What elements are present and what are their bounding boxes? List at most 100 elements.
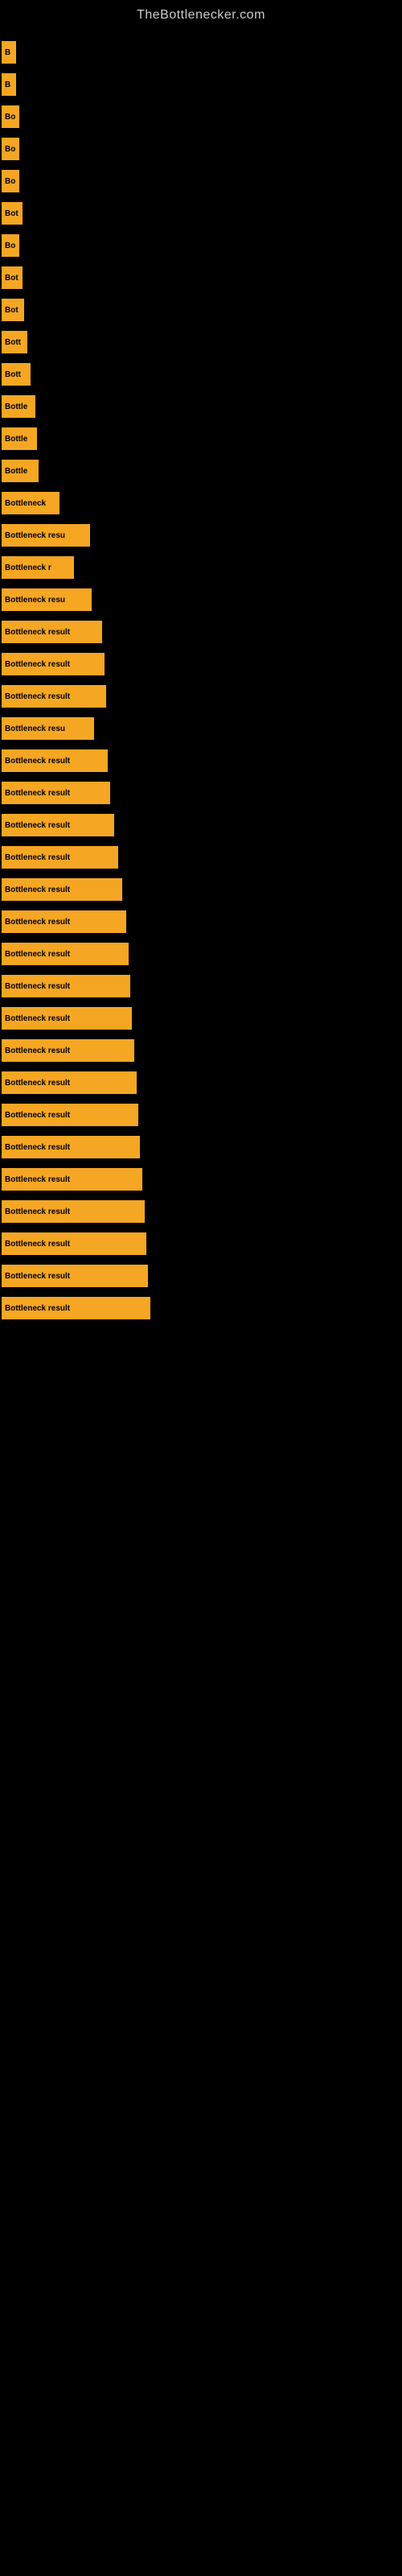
- bar-label-1: B: [5, 48, 10, 57]
- bar-row: Bottleneck result: [0, 814, 402, 836]
- bar-31[interactable]: Bottleneck result: [2, 1007, 132, 1030]
- bar-18[interactable]: Bottleneck resu: [2, 588, 92, 611]
- bar-39[interactable]: Bottleneck result: [2, 1265, 148, 1287]
- bar-row: Bottleneck result: [0, 1071, 402, 1094]
- bar-row: Bot: [0, 299, 402, 321]
- bar-8[interactable]: Bot: [2, 266, 23, 289]
- bar-14[interactable]: Bottle: [2, 460, 39, 482]
- bar-3[interactable]: Bo: [2, 105, 19, 128]
- bar-17[interactable]: Bottleneck r: [2, 556, 74, 579]
- bar-label-15: Bottleneck: [5, 499, 46, 508]
- bar-2[interactable]: B: [2, 73, 16, 96]
- bar-row: Bottleneck result: [0, 685, 402, 708]
- bar-label-24: Bottleneck result: [5, 789, 70, 798]
- page-container: TheBottlenecker.com BBBoBoBoBotBoBotBotB…: [0, 0, 402, 2576]
- bar-32[interactable]: Bottleneck result: [2, 1039, 134, 1062]
- bar-9[interactable]: Bot: [2, 299, 24, 321]
- bar-30[interactable]: Bottleneck result: [2, 975, 130, 997]
- bar-row: Bottleneck result: [0, 749, 402, 772]
- bar-row: Bottleneck r: [0, 556, 402, 579]
- bar-row: Bo: [0, 234, 402, 257]
- bar-28[interactable]: Bottleneck result: [2, 910, 126, 933]
- bar-4[interactable]: Bo: [2, 138, 19, 160]
- bar-24[interactable]: Bottleneck result: [2, 782, 110, 804]
- bar-label-40: Bottleneck result: [5, 1304, 70, 1313]
- bar-label-3: Bo: [5, 113, 15, 122]
- bar-row: Bottleneck result: [0, 1136, 402, 1158]
- bar-row: B: [0, 41, 402, 64]
- bar-15[interactable]: Bottleneck: [2, 492, 59, 514]
- bar-37[interactable]: Bottleneck result: [2, 1200, 145, 1223]
- bar-row: Bot: [0, 266, 402, 289]
- bar-1[interactable]: B: [2, 41, 16, 64]
- bar-label-28: Bottleneck result: [5, 918, 70, 927]
- bar-16[interactable]: Bottleneck resu: [2, 524, 90, 547]
- bar-row: Bottleneck result: [0, 1232, 402, 1255]
- bar-26[interactable]: Bottleneck result: [2, 846, 118, 869]
- bar-20[interactable]: Bottleneck result: [2, 653, 105, 675]
- bar-row: Bottleneck result: [0, 1297, 402, 1319]
- bar-7[interactable]: Bo: [2, 234, 19, 257]
- bar-label-2: B: [5, 80, 10, 89]
- bar-row: Bottleneck result: [0, 846, 402, 869]
- bar-label-23: Bottleneck result: [5, 757, 70, 766]
- bar-row: Bottleneck result: [0, 943, 402, 965]
- bar-40[interactable]: Bottleneck result: [2, 1297, 150, 1319]
- bar-row: Bott: [0, 331, 402, 353]
- bar-row: B: [0, 73, 402, 96]
- bar-label-39: Bottleneck result: [5, 1272, 70, 1281]
- bar-35[interactable]: Bottleneck result: [2, 1136, 140, 1158]
- bar-row: Bottle: [0, 460, 402, 482]
- bar-10[interactable]: Bott: [2, 331, 27, 353]
- bar-row: Bottleneck result: [0, 1039, 402, 1062]
- bar-6[interactable]: Bot: [2, 202, 23, 225]
- bar-label-38: Bottleneck result: [5, 1240, 70, 1249]
- bar-29[interactable]: Bottleneck result: [2, 943, 129, 965]
- bar-11[interactable]: Bott: [2, 363, 31, 386]
- bar-row: Bottleneck result: [0, 653, 402, 675]
- bar-34[interactable]: Bottleneck result: [2, 1104, 138, 1126]
- bar-label-11: Bott: [5, 370, 21, 379]
- bar-label-32: Bottleneck result: [5, 1046, 70, 1055]
- bar-label-35: Bottleneck result: [5, 1143, 70, 1152]
- bar-label-14: Bottle: [5, 467, 27, 476]
- bar-33[interactable]: Bottleneck result: [2, 1071, 137, 1094]
- bar-23[interactable]: Bottleneck result: [2, 749, 108, 772]
- bar-row: Bo: [0, 170, 402, 192]
- bar-label-30: Bottleneck result: [5, 982, 70, 991]
- bar-label-7: Bo: [5, 242, 15, 250]
- bar-row: Bottleneck result: [0, 621, 402, 643]
- bar-label-18: Bottleneck resu: [5, 596, 65, 605]
- bar-label-31: Bottleneck result: [5, 1014, 70, 1023]
- bar-5[interactable]: Bo: [2, 170, 19, 192]
- bar-row: Bot: [0, 202, 402, 225]
- bar-row: Bottleneck result: [0, 878, 402, 901]
- bar-label-21: Bottleneck result: [5, 692, 70, 701]
- bar-19[interactable]: Bottleneck result: [2, 621, 102, 643]
- bar-row: Bottleneck result: [0, 1007, 402, 1030]
- bar-25[interactable]: Bottleneck result: [2, 814, 114, 836]
- bar-label-20: Bottleneck result: [5, 660, 70, 669]
- bar-row: Bottleneck result: [0, 975, 402, 997]
- bars-container: B B Bo Bo Bo Bot Bo Bot Bot Bott Bott Bottle Bottle B…: [0, 35, 402, 1329]
- bar-row: Bottleneck result: [0, 1200, 402, 1223]
- bar-label-36: Bottleneck result: [5, 1175, 70, 1184]
- bar-row: Bottleneck result: [0, 1104, 402, 1126]
- bar-12[interactable]: Bottle: [2, 395, 35, 418]
- bar-label-16: Bottleneck resu: [5, 531, 65, 540]
- bar-38[interactable]: Bottleneck result: [2, 1232, 146, 1255]
- bar-13[interactable]: Bottle: [2, 427, 37, 450]
- bar-label-22: Bottleneck resu: [5, 724, 65, 733]
- bar-label-33: Bottleneck result: [5, 1079, 70, 1088]
- bar-21[interactable]: Bottleneck result: [2, 685, 106, 708]
- bar-36[interactable]: Bottleneck result: [2, 1168, 142, 1191]
- bar-row: Bottleneck result: [0, 782, 402, 804]
- bar-label-6: Bot: [5, 209, 18, 218]
- bar-22[interactable]: Bottleneck resu: [2, 717, 94, 740]
- bar-label-29: Bottleneck result: [5, 950, 70, 959]
- bar-row: Bottle: [0, 427, 402, 450]
- bar-row: Bottleneck resu: [0, 588, 402, 611]
- bar-label-34: Bottleneck result: [5, 1111, 70, 1120]
- bar-27[interactable]: Bottleneck result: [2, 878, 122, 901]
- bar-label-12: Bottle: [5, 402, 27, 411]
